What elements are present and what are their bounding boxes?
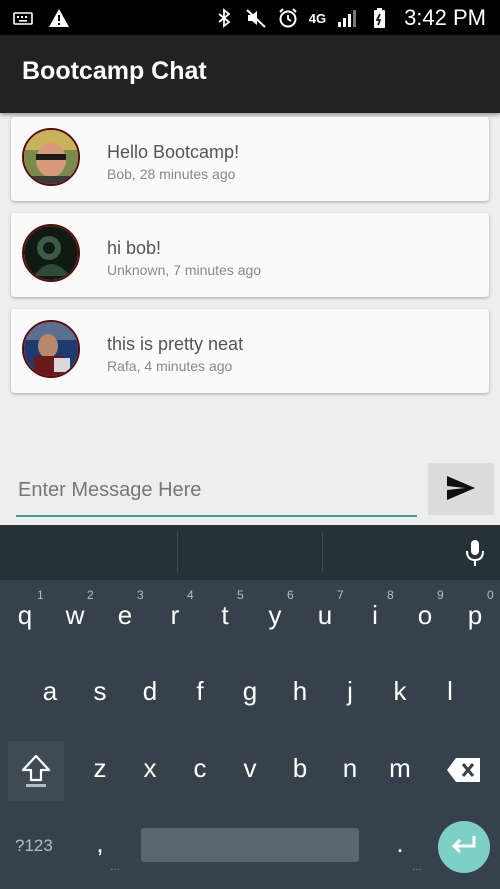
bluetooth-icon — [213, 7, 235, 29]
keyboard-icon — [12, 7, 34, 29]
suggestion-divider — [177, 531, 178, 573]
avatar — [22, 128, 80, 186]
key-w[interactable]: w — [50, 600, 100, 631]
alarm-icon — [277, 7, 299, 29]
status-bar: 4G 3:42 PM — [0, 0, 500, 35]
soft-keyboard: 1 2 3 4 5 6 7 8 9 0 q w e r t y u i o p … — [0, 525, 500, 889]
backspace-key[interactable] — [440, 751, 490, 791]
key-k[interactable]: k — [375, 676, 425, 707]
key-period[interactable]: . — [385, 828, 415, 859]
message-card[interactable]: hi bob! Unknown, 7 minutes ago — [11, 213, 489, 297]
key-t[interactable]: t — [200, 600, 250, 631]
key-l[interactable]: l — [425, 676, 475, 707]
key-q[interactable]: q — [0, 600, 50, 631]
message-input[interactable] — [16, 465, 417, 517]
key-c[interactable]: c — [175, 753, 225, 784]
key-v[interactable]: v — [225, 753, 275, 784]
mic-icon[interactable] — [463, 539, 487, 572]
message-meta: Bob, 28 minutes ago — [107, 166, 236, 182]
key-x[interactable]: x — [125, 753, 175, 784]
status-time: 3:42 PM — [404, 5, 486, 30]
message-text: hi bob! — [107, 238, 162, 258]
key-d[interactable]: d — [125, 676, 175, 707]
key-a[interactable]: a — [25, 676, 75, 707]
avatar — [22, 224, 80, 282]
key-u[interactable]: u — [300, 600, 350, 631]
network-type: 4G — [308, 10, 327, 26]
send-button[interactable] — [428, 463, 494, 515]
message-meta: Unknown, 7 minutes ago — [107, 262, 262, 278]
enter-icon — [450, 834, 478, 861]
key-more-dots: … — [110, 862, 120, 873]
key-g[interactable]: g — [225, 676, 275, 707]
key-m[interactable]: m — [375, 753, 425, 784]
key-comma[interactable]: , — [85, 828, 115, 859]
key-p[interactable]: p — [450, 600, 500, 631]
suggestion-divider — [322, 531, 323, 573]
enter-key[interactable] — [438, 821, 490, 873]
app-bar: Bootcamp Chat — [0, 35, 500, 113]
app-title: Bootcamp Chat — [22, 57, 207, 85]
key-h[interactable]: h — [275, 676, 325, 707]
space-key[interactable] — [141, 828, 359, 862]
message-text: Hello Bootcamp! — [107, 142, 240, 162]
message-text: this is pretty neat — [107, 334, 244, 354]
message-list: Hello Bootcamp! Bob, 28 minutes ago hi b… — [11, 117, 489, 405]
key-o[interactable]: o — [400, 600, 450, 631]
warning-icon — [48, 7, 70, 29]
send-icon — [445, 474, 477, 505]
key-more-dots: … — [412, 862, 422, 873]
mute-icon — [245, 7, 267, 29]
key-s[interactable]: s — [75, 676, 125, 707]
backspace-icon — [446, 756, 482, 789]
message-meta: Rafa, 4 minutes ago — [107, 358, 233, 374]
key-j[interactable]: j — [325, 676, 375, 707]
key-z[interactable]: z — [75, 753, 125, 784]
avatar — [22, 320, 80, 378]
message-card[interactable]: this is pretty neat Rafa, 4 minutes ago — [11, 309, 489, 393]
key-b[interactable]: b — [275, 753, 325, 784]
key-f[interactable]: f — [175, 676, 225, 707]
symbols-key[interactable]: ?123 — [15, 836, 53, 856]
key-r[interactable]: r — [150, 600, 200, 631]
key-e[interactable]: e — [100, 600, 150, 631]
key-i[interactable]: i — [350, 600, 400, 631]
suggestion-bar — [0, 525, 500, 580]
battery-icon — [368, 7, 390, 29]
shift-icon — [20, 753, 52, 794]
key-y[interactable]: y — [250, 600, 300, 631]
shift-key[interactable] — [8, 741, 64, 801]
signal-icon — [336, 7, 358, 29]
composer — [0, 455, 500, 523]
key-n[interactable]: n — [325, 753, 375, 784]
message-card[interactable]: Hello Bootcamp! Bob, 28 minutes ago — [11, 117, 489, 201]
